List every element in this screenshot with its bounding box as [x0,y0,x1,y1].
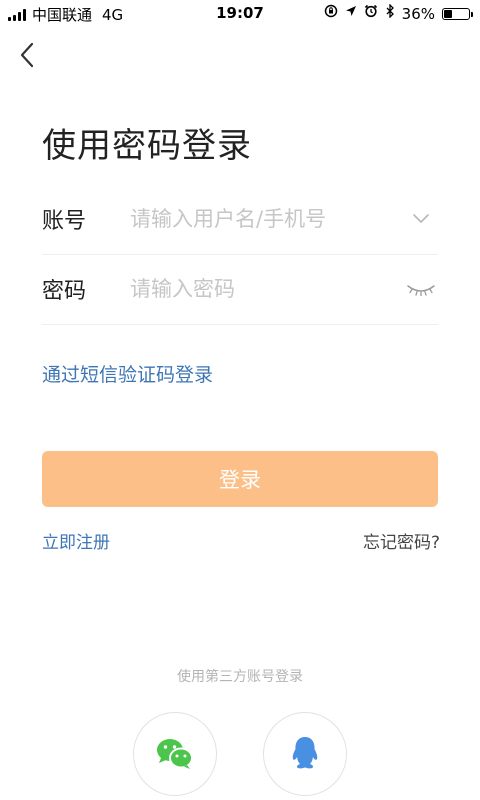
battery-level [444,9,453,18]
status-right: 36% [324,3,473,23]
password-row: 密码 [42,254,438,325]
battery-percent: 36% [401,4,435,23]
location-icon [345,5,357,22]
chevron-down-icon [413,214,429,223]
alarm-icon [364,4,378,23]
account-label: 账号 [42,209,87,234]
qq-icon [292,737,318,769]
password-input[interactable] [130,277,404,301]
eye-closed-icon [407,285,435,296]
forgot-password-link[interactable]: 忘记密码? [363,528,440,553]
chevron-left-icon [20,42,34,68]
back-button[interactable] [12,38,42,72]
account-input[interactable] [130,207,404,231]
password-label: 密码 [42,279,87,304]
page-title: 使用密码登录 [42,126,252,166]
screen-lock-icon [324,4,338,23]
third-party-label: 使用第三方账号登录 [177,669,303,685]
bluetooth-icon [385,3,395,23]
account-dropdown-button[interactable] [404,202,438,236]
battery-icon [442,7,473,20]
status-bar: 中国联通 4G 19:07 36% [0,0,480,26]
qq-login-button[interactable] [263,712,347,796]
password-visibility-toggle[interactable] [404,272,438,306]
register-link[interactable]: 立即注册 [42,528,110,553]
login-screen: 中国联通 4G 19:07 36% 使用密码登录 账号 请输入用户名/手机号 密… [0,0,480,800]
account-row: 账号 [42,184,438,255]
sms-login-link[interactable]: 通过短信验证码登录 [42,360,213,387]
wechat-icon [157,739,193,769]
login-button[interactable]: 登录 [42,451,438,507]
wechat-login-button[interactable] [133,712,217,796]
